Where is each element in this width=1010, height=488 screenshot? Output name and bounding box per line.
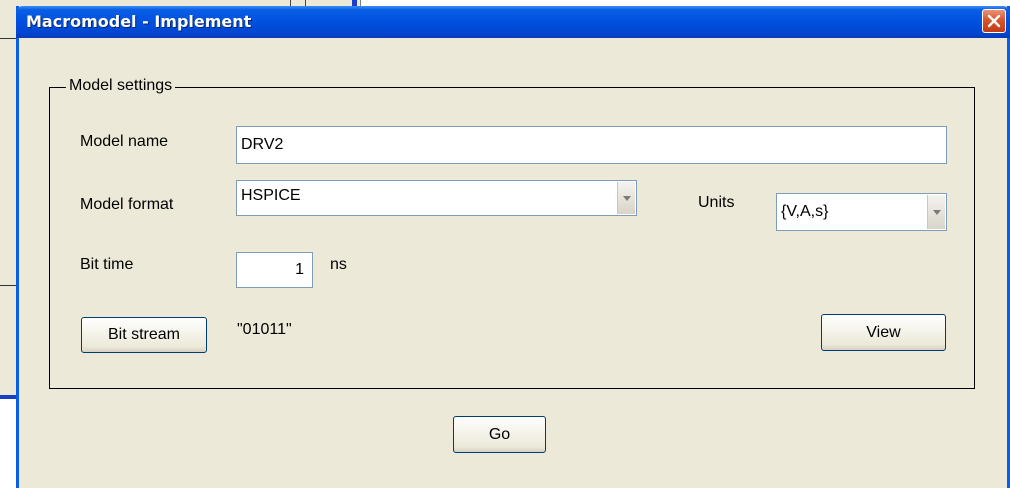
bit-time-value: 1 [295, 261, 304, 278]
bit-time-unit: ns [330, 256, 347, 273]
bit-stream-button[interactable]: Bit stream [81, 317, 207, 353]
bit-stream-value: "01011" [237, 321, 292, 338]
units-dropdown-button[interactable] [927, 195, 945, 229]
go-button-label: Go [488, 425, 511, 443]
chevron-down-icon [932, 209, 941, 215]
model-format-label: Model format [80, 196, 174, 213]
group-label: Model settings [66, 77, 176, 95]
close-icon [987, 14, 1001, 28]
model-settings-group: Model settings Model name DRV2 Model for… [49, 77, 975, 389]
title-bar[interactable]: Macromodel - Implement [16, 6, 1010, 38]
model-format-dropdown-button[interactable] [617, 182, 635, 214]
model-format-value: HSPICE [241, 187, 301, 204]
view-button-label: View [866, 323, 901, 341]
chevron-down-icon [622, 195, 631, 201]
macromodel-dialog: Macromodel - Implement Model settings Mo… [16, 6, 1010, 488]
model-format-select[interactable]: HSPICE [236, 180, 637, 216]
model-name-label: Model name [80, 133, 169, 150]
model-name-field[interactable]: DRV2 [236, 126, 947, 164]
units-select[interactable]: {V,A,s} [776, 193, 947, 231]
model-name-value: DRV2 [241, 136, 284, 153]
view-button[interactable]: View [821, 314, 946, 351]
window-title: Macromodel - Implement [26, 12, 252, 31]
go-button[interactable]: Go [453, 416, 546, 453]
close-button[interactable] [982, 9, 1006, 33]
bit-stream-button-label: Bit stream [107, 326, 180, 343]
units-label: Units [698, 194, 735, 211]
units-value: {V,A,s} [781, 203, 829, 220]
bit-time-field[interactable]: 1 [236, 252, 313, 288]
bit-time-label: Bit time [80, 256, 134, 273]
